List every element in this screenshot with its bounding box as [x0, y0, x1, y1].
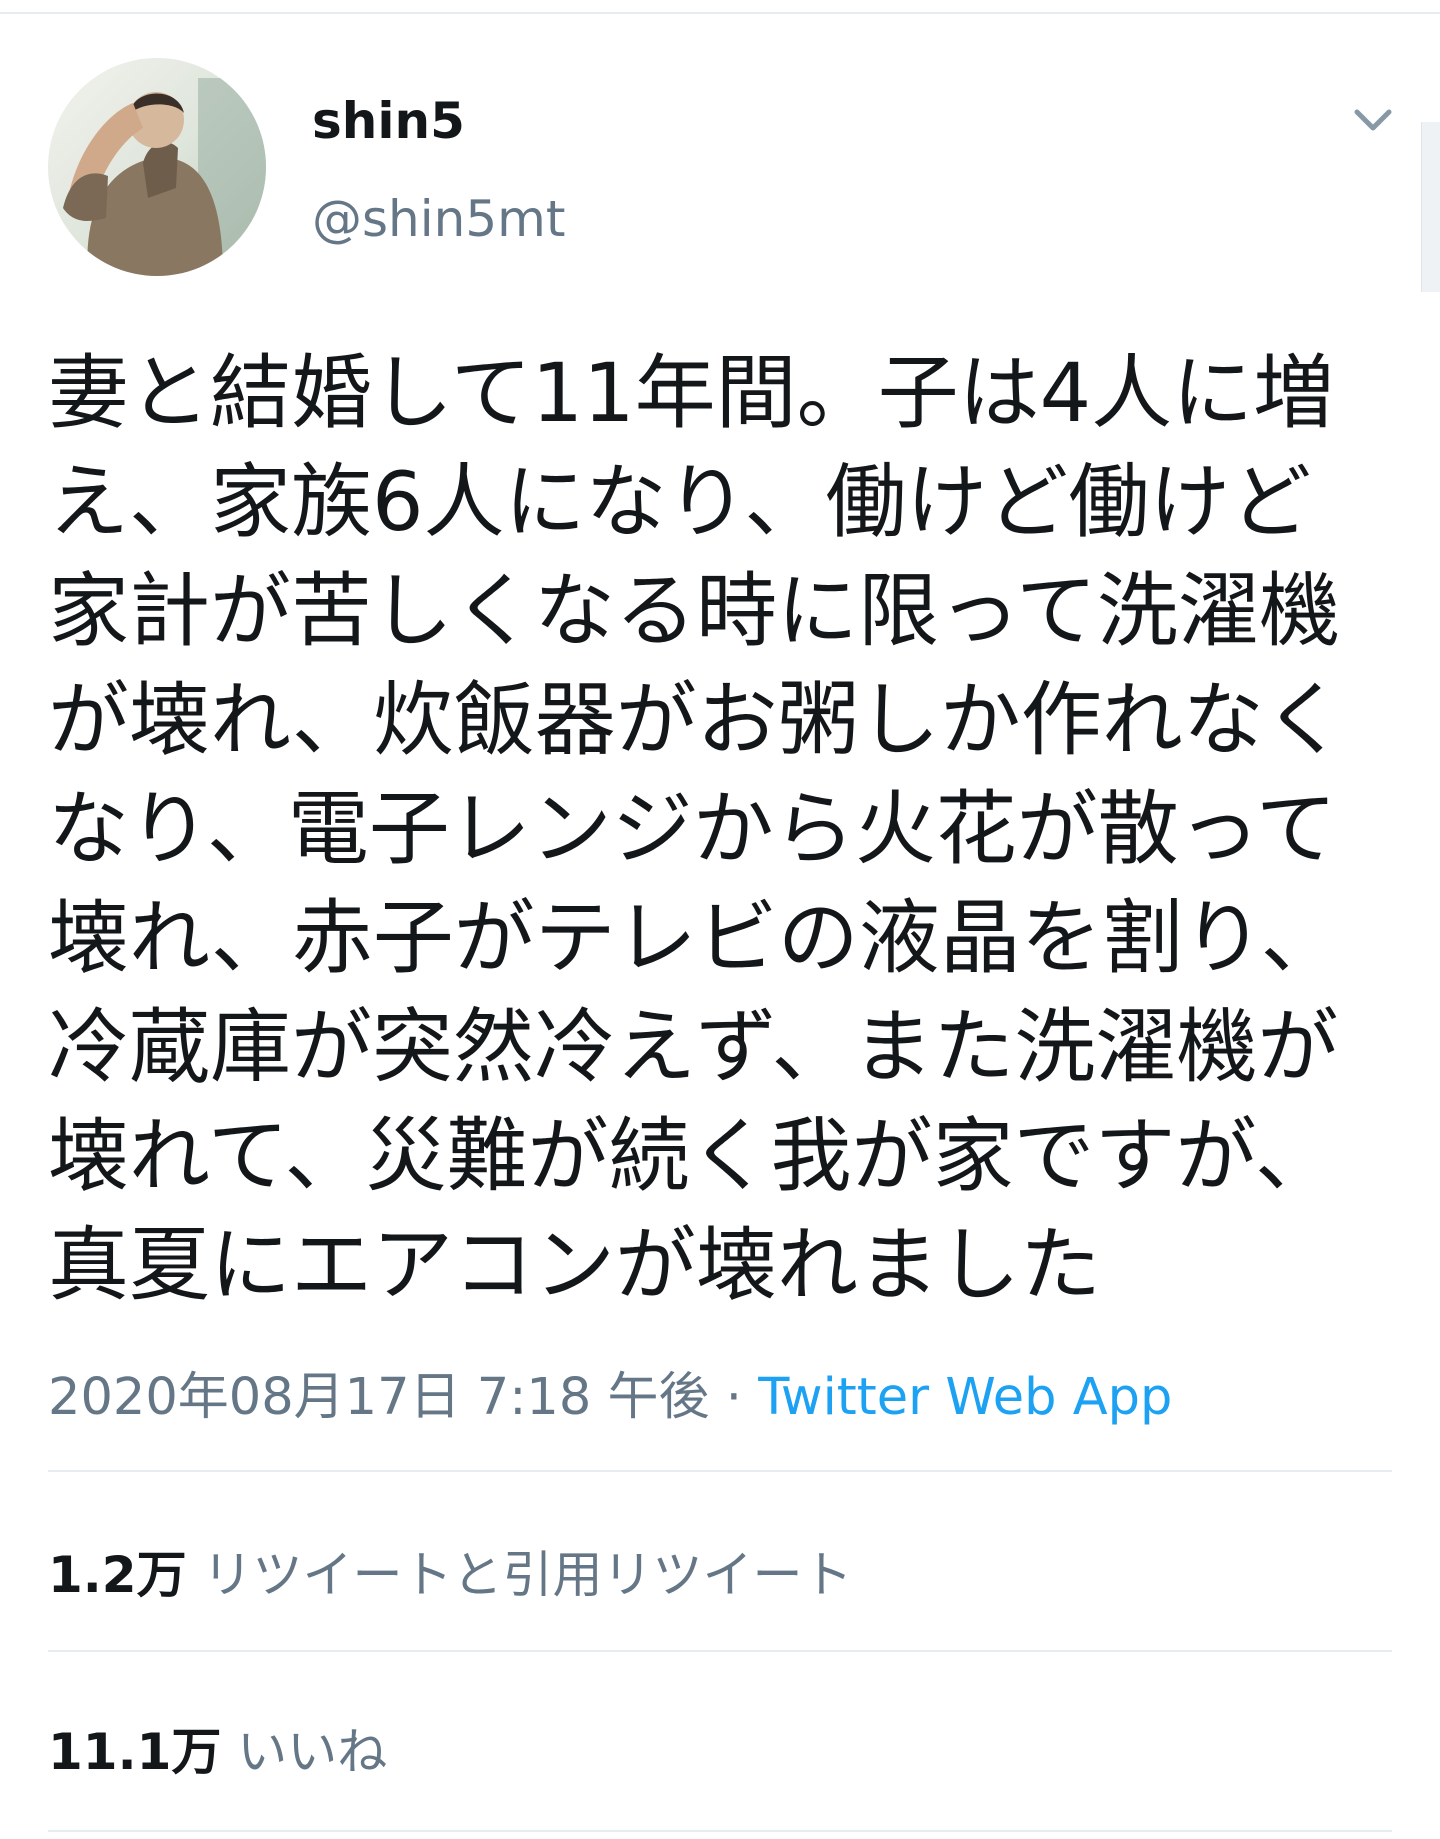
divider	[48, 1650, 1392, 1652]
source-link[interactable]: Twitter Web App	[758, 1368, 1172, 1427]
tweet-text-line: 壊れ、赤子がテレビの液晶を割り、	[48, 892, 1342, 986]
avatar-photo	[48, 58, 266, 276]
avatar[interactable]	[48, 58, 266, 276]
top-divider	[0, 0, 1440, 14]
chevron-down-icon[interactable]	[1345, 96, 1401, 144]
tweet-text-line: 冷蔵庫が突然冷えず、また洗濯機が	[48, 1001, 1339, 1095]
retweet-count: 1.2万	[48, 1546, 187, 1604]
timestamp[interactable]: 2020年08月17日 7:18 午後	[48, 1368, 710, 1427]
divider	[48, 1470, 1392, 1472]
scrollbar[interactable]	[1421, 122, 1440, 292]
tweet-text-line: が壊れ、炊飯器がお粥しか作れなく	[48, 674, 1345, 768]
meta-separator: ·	[709, 1368, 759, 1427]
tweet-text-line: 真夏にエアコンが壊れました	[48, 1219, 1102, 1313]
retweet-label: リツイートと引用リツイート	[202, 1546, 853, 1604]
user-handle[interactable]: @shin5mt	[312, 190, 565, 248]
tweet-meta: 2020年08月17日 7:18 午後 · Twitter Web App	[48, 1355, 1172, 1429]
retweet-stat[interactable]: 1.2万 リツイートと引用リツイート	[48, 1535, 852, 1607]
tweet-text-line: 家計が苦しくなる時に限って洗濯機	[48, 565, 1340, 659]
tweet-text: 妻と結婚して11年間。子は4人に増 え、家族6人になり、働けど働けど 家計が苦し…	[48, 340, 1408, 1321]
like-label: いいね	[237, 1723, 388, 1781]
divider	[48, 1830, 1392, 1832]
tweet-text-line: 壊れて、災難が続く我が家ですが、	[48, 1110, 1336, 1204]
tweet-text-line: なり、電子レンジから火花が散って	[48, 783, 1337, 877]
tweet-text-line: 妻と結婚して11年間。子は4人に増	[48, 347, 1335, 441]
tweet-text-line: え、家族6人になり、働けど働けど	[48, 456, 1312, 550]
like-stat[interactable]: 11.1万 いいね	[48, 1712, 387, 1784]
like-count: 11.1万	[48, 1723, 222, 1781]
display-name[interactable]: shin5	[312, 92, 465, 150]
